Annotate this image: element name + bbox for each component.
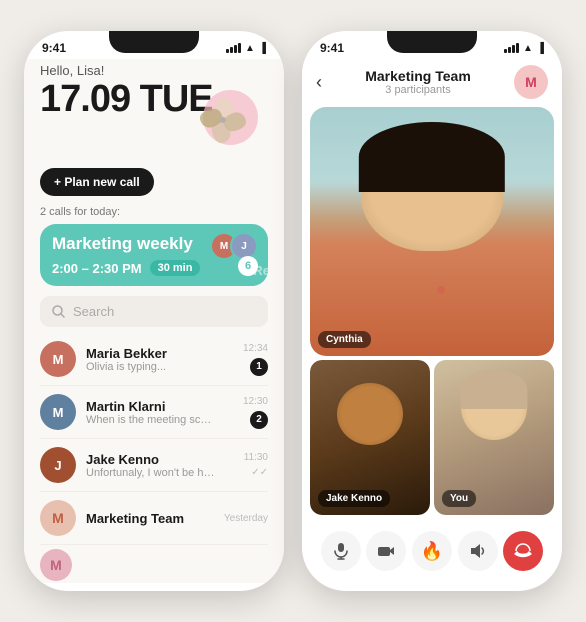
bottom-profile-avatar[interactable]: M <box>40 549 72 581</box>
video-main-cynthia: Cynthia <box>310 107 554 356</box>
left-main-content: Hello, Lisa! 17.09 TUE <box>24 59 284 583</box>
duration-badge: 30 min <box>150 260 201 276</box>
call-controls: 🔥 <box>302 523 562 583</box>
contact-info-maria: Maria Bekker Olivia is typing... <box>86 346 233 373</box>
contact-item-jake[interactable]: J Jake Kenno Unfortunaly, I won't be her… <box>40 439 268 492</box>
contact-preview-jake: Unfortunaly, I won't be here t... <box>86 467 216 479</box>
phone-right: 9:41 ▲ ▐ ‹ Marketing Team 3 participants <box>302 31 562 591</box>
right-main-content: ‹ Marketing Team 3 participants M <box>302 59 562 583</box>
phone-left: 9:41 ▲ ▐ Hello, Lisa! 17.09 TUE <box>24 31 284 591</box>
six-badge: 6 <box>238 256 258 276</box>
video-small-you: You <box>434 360 554 515</box>
contact-name-mkt: Marketing Team <box>86 511 214 526</box>
chat-title: Marketing Team <box>365 68 471 84</box>
participants-count: 3 participants <box>365 84 471 96</box>
video-small-jake: Jake Kenno <box>310 360 430 515</box>
time-left: 9:41 <box>42 41 66 55</box>
contact-name-maria: Maria Bekker <box>86 346 233 361</box>
speaker-button[interactable] <box>458 531 498 571</box>
contact-preview-martin: When is the meeting schedu... <box>86 414 216 426</box>
camera-icon <box>377 542 395 560</box>
video-area: Cynthia Jake Kenno <box>302 107 562 523</box>
call-card-bottom: 2:00 – 2:30 PM 30 min <box>52 260 256 276</box>
unread-badge-martin: 2 <box>250 411 268 429</box>
signal-icon <box>226 43 241 53</box>
decorative-area <box>40 110 268 160</box>
wifi-right-icon: ▲ <box>523 43 533 54</box>
end-call-icon <box>513 541 533 561</box>
signal-right-icon <box>504 43 519 53</box>
speaker-icon <box>469 542 487 560</box>
wifi-icon: ▲ <box>245 43 255 54</box>
video-label-cynthia: Cynthia <box>318 331 371 348</box>
contact-item-mkt[interactable]: M Marketing Team Yesterday <box>40 492 268 545</box>
back-button[interactable]: ‹ <box>316 72 322 93</box>
search-bar[interactable]: Search <box>40 296 268 327</box>
status-bar-left: 9:41 ▲ ▐ <box>24 31 284 59</box>
contact-list: M Maria Bekker Olivia is typing... 12:34… <box>40 333 268 545</box>
status-icons-right: ▲ ▐ <box>504 43 544 54</box>
contact-name-jake: Jake Kenno <box>86 452 234 467</box>
microphone-button[interactable] <box>321 531 361 571</box>
search-icon <box>52 305 65 318</box>
battery-right-icon: ▐ <box>537 43 544 54</box>
video-label-jake: Jake Kenno <box>318 490 390 507</box>
pinwheel-icon <box>198 95 248 145</box>
end-call-button[interactable] <box>503 531 543 571</box>
fire-button[interactable]: 🔥 <box>412 531 452 571</box>
search-placeholder: Search <box>73 304 114 319</box>
double-check-jake: ✓✓ <box>251 467 268 478</box>
time-right: 9:41 <box>320 41 344 55</box>
contact-info-jake: Jake Kenno Unfortunaly, I won't be here … <box>86 452 234 479</box>
contact-info-mkt: Marketing Team <box>86 511 214 526</box>
contact-time-jake: 11:30 <box>244 452 268 463</box>
contact-name-martin: Martin Klarni <box>86 399 233 414</box>
calls-today-label: 2 calls for today: <box>40 206 268 218</box>
unread-badge-maria: 1 <box>250 358 268 376</box>
avatar-mkt: M <box>40 500 76 536</box>
status-bar-right: 9:41 ▲ ▐ <box>302 31 562 59</box>
contact-item-maria[interactable]: M Maria Bekker Olivia is typing... 12:34… <box>40 333 268 386</box>
contact-time-mkt: Yesterday <box>224 513 268 524</box>
contact-meta-jake: 11:30 ✓✓ <box>244 452 268 478</box>
avatar-jake: J <box>40 447 76 483</box>
avatar-maria: M <box>40 341 76 377</box>
notch-left <box>109 31 199 53</box>
status-icons-left: ▲ ▐ <box>226 43 266 54</box>
call-time: 2:00 – 2:30 PM <box>52 261 142 276</box>
video-label-you: You <box>442 490 476 507</box>
call-card[interactable]: Marketing weekly 2:00 – 2:30 PM 30 min M… <box>40 224 268 286</box>
contact-info-martin: Martin Klarni When is the meeting schedu… <box>86 399 233 426</box>
video-row-bottom: Jake Kenno You <box>310 360 554 515</box>
call-header: ‹ Marketing Team 3 participants M <box>302 59 562 107</box>
battery-icon: ▐ <box>259 43 266 54</box>
contact-meta-mkt: Yesterday <box>224 513 268 524</box>
contact-meta-martin: 12:30 2 <box>243 396 268 429</box>
camera-button[interactable] <box>366 531 406 571</box>
contact-time-maria: 12:34 <box>243 343 268 354</box>
plan-call-button[interactable]: + Plan new call <box>40 168 154 196</box>
fire-icon: 🔥 <box>421 541 443 562</box>
header-group-avatar[interactable]: M <box>514 65 548 99</box>
microphone-icon <box>332 542 350 560</box>
notch-right <box>387 31 477 53</box>
contact-time-martin: 12:30 <box>243 396 268 407</box>
contact-item-martin[interactable]: M Martin Klarni When is the meeting sche… <box>40 386 268 439</box>
avatar-martin: M <box>40 394 76 430</box>
greeting-text: Hello, Lisa! <box>40 63 268 78</box>
header-center: Marketing Team 3 participants <box>365 68 471 96</box>
contact-preview-maria: Olivia is typing... <box>86 361 216 373</box>
contact-meta-maria: 12:34 1 <box>243 343 268 376</box>
